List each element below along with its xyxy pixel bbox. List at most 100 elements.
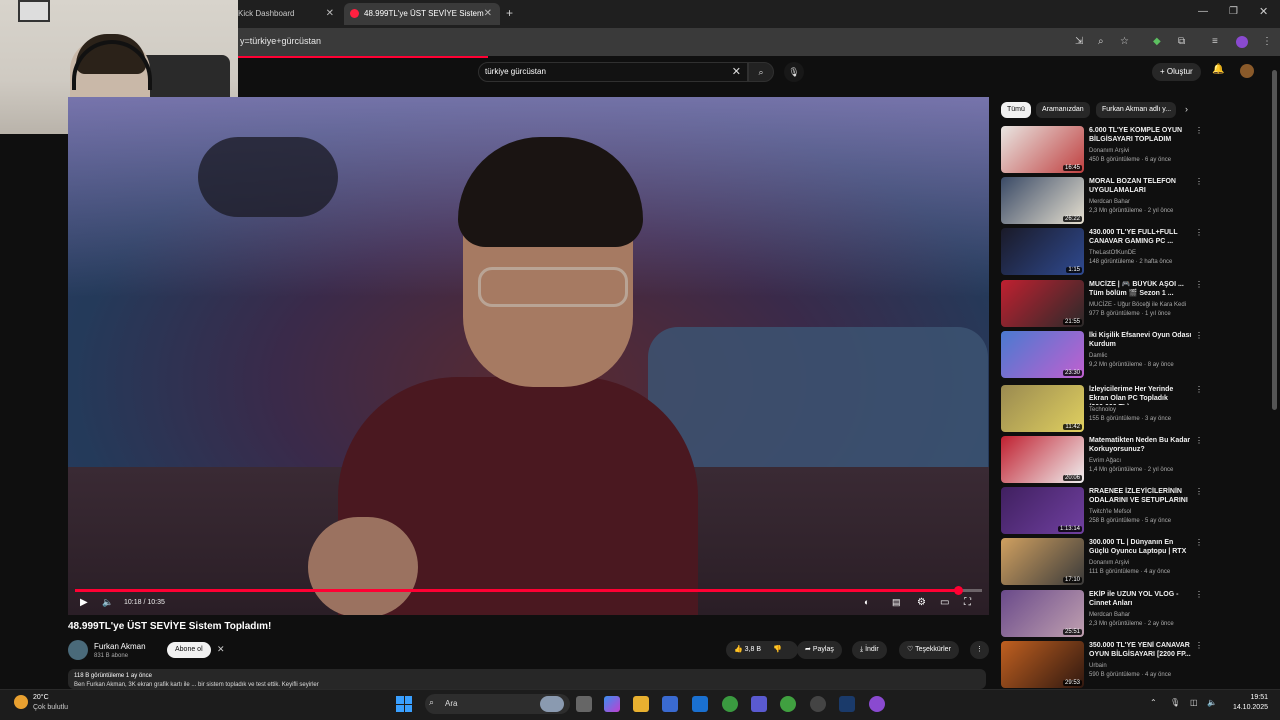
subscribe-button[interactable]: Abone ol <box>167 642 211 658</box>
video-title[interactable]: EKİP ile UZUN YOL VLOG - Cinnet Anları <box>1089 590 1193 608</box>
more-options-icon[interactable]: ⋮ <box>1195 641 1203 650</box>
tab-close-icon[interactable]: ✕ <box>326 3 334 25</box>
minimize-icon[interactable]: — <box>1198 6 1208 17</box>
video-player[interactable] <box>68 97 989 615</box>
close-window-icon[interactable]: ✕ <box>1259 5 1268 18</box>
search-input[interactable]: türkiye gürcüstan ✕ <box>478 62 748 82</box>
channel-name[interactable]: Urbain <box>1089 663 1107 669</box>
channel-name[interactable]: Damlic <box>1089 353 1107 359</box>
teams-icon[interactable] <box>751 696 767 712</box>
subtitles-icon[interactable]: ▤ <box>892 597 901 608</box>
channel-name[interactable]: Technoloy <box>1089 407 1116 413</box>
video-title[interactable]: İzleyicilerime Her Yerinde Ekran Olan PC… <box>1089 385 1193 405</box>
more-options-icon[interactable]: ⋮ <box>1195 280 1203 289</box>
app-icon[interactable] <box>810 696 826 712</box>
maximize-icon[interactable]: ❐ <box>1229 6 1238 17</box>
video-title[interactable]: 430.000 TL'YE FULL+FULL CANAVAR GAMING P… <box>1089 228 1193 246</box>
video-thumbnail[interactable]: 29:53 <box>1001 641 1084 688</box>
video-title[interactable]: RRAENEE İZLEYİCİLERİNİN ODALARINI VE SET… <box>1089 487 1193 507</box>
clock-date[interactable]: 14.10.2025 <box>1220 704 1268 711</box>
channel-name[interactable]: Evrim Ağacı <box>1089 458 1121 464</box>
task-view-icon[interactable] <box>576 696 592 712</box>
url-text[interactable]: y=türkiye+gürcüstan <box>240 36 321 46</box>
recommended-video[interactable]: 1:13:14 RRAENEE İZLEYİCİLERİNİN ODALARINI… <box>1001 487 1203 535</box>
like-dislike-button[interactable]: 👍 3,8 B 👎 <box>726 641 798 659</box>
zoom-icon[interactable]: ⌕ <box>1098 36 1104 47</box>
bookmark-star-icon[interactable]: ☆ <box>1120 36 1129 47</box>
video-title[interactable]: Matematikten Neden Bu Kadar Korkuyorsunu… <box>1089 436 1193 454</box>
notifications-bell-icon[interactable]: 🔔 <box>1212 64 1224 75</box>
recommended-video[interactable]: 11:42 İzleyicilerime Her Yerinde Ekran Ol… <box>1001 385 1203 433</box>
dismiss-icon[interactable]: ✕ <box>217 644 225 655</box>
thanks-button[interactable]: ♡ Teşekkürler <box>899 641 959 659</box>
recommended-video[interactable]: 25:51 EKİP ile UZUN YOL VLOG - Cinnet Anl… <box>1001 590 1203 638</box>
video-thumbnail[interactable]: 1:15 <box>1001 228 1084 275</box>
clear-search-icon[interactable]: ✕ <box>732 65 741 78</box>
more-actions-button[interactable]: ⋮ <box>970 641 989 659</box>
weather-temp[interactable]: 20°C <box>33 694 49 701</box>
extension-icon[interactable]: ◆ <box>1153 36 1161 47</box>
clock-time[interactable]: 19:51 <box>1220 694 1268 701</box>
channel-name[interactable]: Donanım Arşivi <box>1089 560 1129 566</box>
video-description[interactable]: 118 B görüntüleme 1 ay önce Ben Furkan A… <box>68 669 986 689</box>
file-explorer-icon[interactable] <box>633 696 649 712</box>
search-input-value[interactable]: türkiye gürcüstan <box>485 67 546 76</box>
video-title[interactable]: 350.000 TL'YE YENİ CANAVAR OYUN BİLGİSAY… <box>1089 641 1193 659</box>
more-options-icon[interactable]: ⋮ <box>1195 590 1203 599</box>
chip-all[interactable]: Tümü <box>1001 102 1031 118</box>
tray-chevron-icon[interactable]: ⌃ <box>1150 698 1157 707</box>
channel-name[interactable]: Furkan Akman <box>94 642 146 651</box>
more-options-icon[interactable]: ⋮ <box>1195 385 1203 394</box>
recommended-video[interactable]: 23:30 İki Kişilik Efsanevi Oyun Odası Kur… <box>1001 331 1203 379</box>
video-thumbnail[interactable]: 26:22 <box>1001 177 1084 224</box>
search-button[interactable]: ⌕ <box>748 62 774 82</box>
play-icon[interactable]: ▶ <box>80 597 88 608</box>
tab-youtube-video[interactable]: 48.999TL'ye ÜST SEVİYE Sistem ✕ <box>344 3 500 25</box>
more-options-icon[interactable]: ⋮ <box>1195 487 1203 496</box>
channel-name[interactable]: Donanım Arşivi <box>1089 148 1129 154</box>
recommended-video[interactable]: 29:53 350.000 TL'YE YENİ CANAVAR OYUN BİL… <box>1001 641 1203 689</box>
channel-name[interactable]: TheLastOfKunDE <box>1089 250 1136 256</box>
video-title[interactable]: İki Kişilik Efsanevi Oyun Odası Kurdum <box>1089 331 1193 349</box>
recommended-video[interactable]: 26:22 MORAL BOZAN TELEFON UYGULAMALARI Mer… <box>1001 177 1203 225</box>
outlook-icon[interactable] <box>692 696 708 712</box>
tab-close-icon[interactable]: ✕ <box>484 3 492 25</box>
video-title[interactable]: 300.000 TL | Dünyanın En Güçlü Oyuncu La… <box>1089 538 1193 558</box>
windows-start-icon[interactable] <box>396 696 412 712</box>
channel-name[interactable]: Twitch'le Mefsol <box>1089 509 1131 515</box>
chevron-right-icon[interactable]: › <box>1185 104 1188 114</box>
weather-sun-icon[interactable] <box>14 695 28 709</box>
network-icon[interactable]: ◫ <box>1190 698 1198 707</box>
video-title[interactable]: MORAL BOZAN TELEFON UYGULAMALARI <box>1089 177 1193 195</box>
mic-tray-icon[interactable]: 🎙 <box>1170 698 1180 707</box>
install-app-icon[interactable]: ⇲ <box>1075 36 1083 47</box>
chrome-icon[interactable] <box>722 696 738 712</box>
video-progress-bar[interactable] <box>75 586 982 595</box>
video-scrubber-handle[interactable] <box>953 586 963 595</box>
browser-menu-icon[interactable]: ⋮ <box>1262 36 1272 47</box>
page-scrollbar[interactable] <box>1272 70 1277 410</box>
recommended-video[interactable]: 16:45 6.000 TL'YE KOMPLE OYUN BİLGİSAYARI… <box>1001 126 1203 174</box>
video-thumbnail[interactable]: 1:13:14 <box>1001 487 1084 534</box>
store-icon[interactable] <box>662 696 678 712</box>
more-options-icon[interactable]: ⋮ <box>1195 126 1203 135</box>
weather-desc[interactable]: Çok bulutlu <box>33 704 68 711</box>
chip-from-search[interactable]: Aramanızdan <box>1036 102 1090 118</box>
video-thumbnail[interactable]: 21:55 <box>1001 280 1084 327</box>
channel-name[interactable]: Merdcan Bahar <box>1089 612 1130 618</box>
autoplay-toggle-icon[interactable]: ◐ <box>864 597 869 607</box>
video-thumbnail[interactable]: 20:06 <box>1001 436 1084 483</box>
video-thumbnail[interactable]: 16:45 <box>1001 126 1084 173</box>
settings-gear-icon[interactable]: ⚙ <box>917 597 926 608</box>
widget-icon[interactable] <box>540 696 564 712</box>
recommended-video[interactable]: 1:15 430.000 TL'YE FULL+FULL CANAVAR GAMI… <box>1001 228 1203 276</box>
video-thumbnail[interactable]: 25:51 <box>1001 590 1084 637</box>
speaker-icon[interactable]: 🔈 <box>1207 698 1217 707</box>
copilot-icon[interactable] <box>604 696 620 712</box>
recommended-video[interactable]: 21:55 MUCİZE | 🎮 BÜYÜK AŞOI ... Tüm bölüm… <box>1001 280 1203 328</box>
dislike-icon[interactable]: 👎 <box>773 646 782 653</box>
more-options-icon[interactable]: ⋮ <box>1195 436 1203 445</box>
steam-icon[interactable] <box>839 696 855 712</box>
theater-mode-icon[interactable]: ▭ <box>940 597 949 608</box>
media-control-icon[interactable]: ≡ <box>1212 36 1218 47</box>
